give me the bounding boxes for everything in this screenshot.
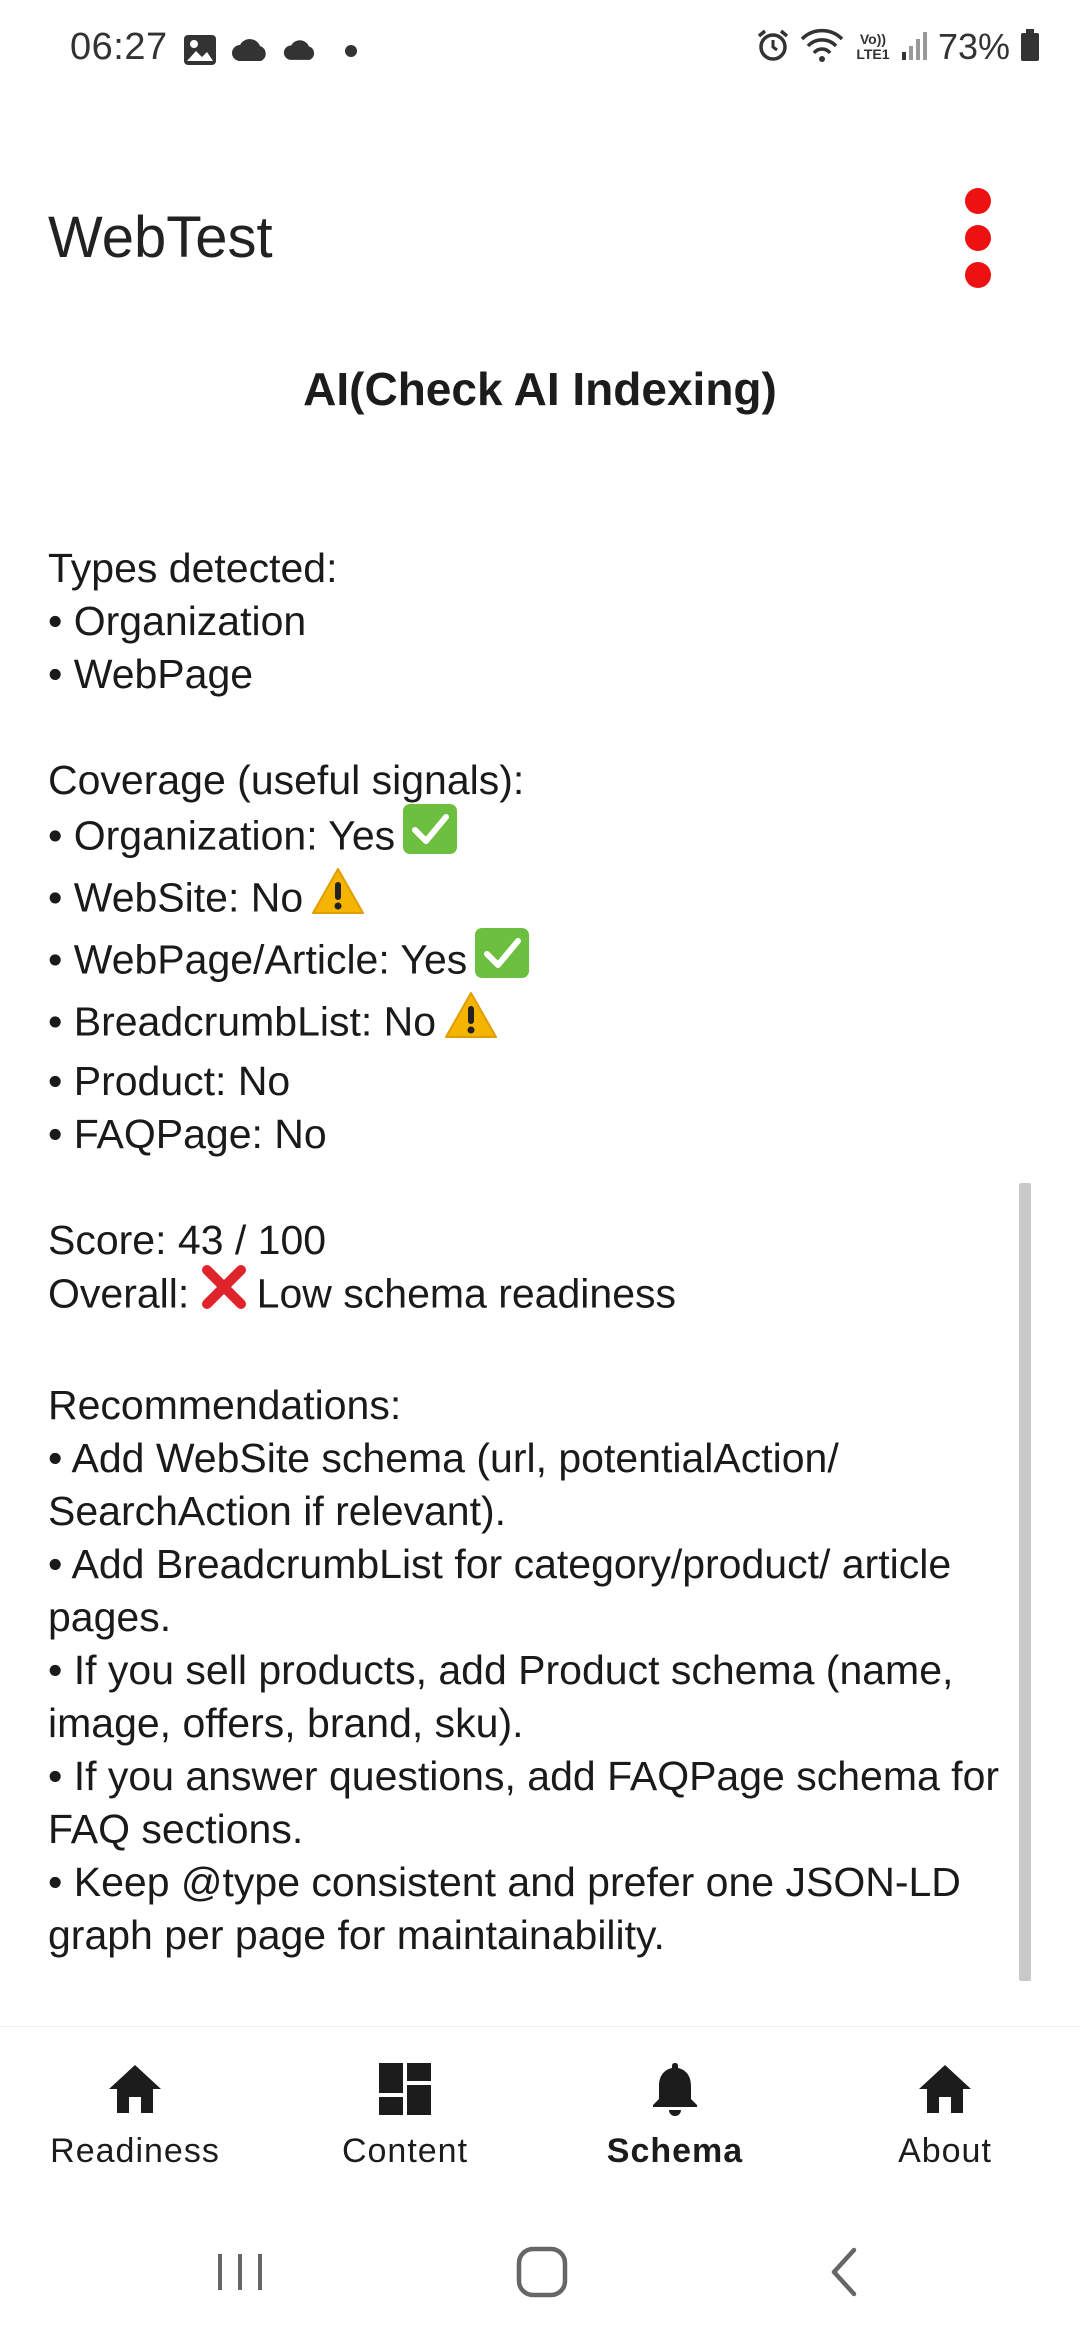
back-icon[interactable]	[806, 2232, 886, 2312]
app-title: WebTest	[48, 205, 273, 270]
check-mark-icon	[475, 928, 530, 991]
recommendation-item: • If you sell products, add Product sche…	[48, 1647, 954, 1746]
check-mark-icon	[403, 804, 458, 867]
coverage-item: • WebSite: No	[48, 867, 1038, 931]
home-circle-icon[interactable]	[502, 2232, 582, 2312]
coverage-item: • FAQPage: No	[48, 1111, 327, 1157]
cross-mark-icon	[201, 1264, 247, 1323]
home-icon	[915, 2059, 975, 2119]
nav-label: Schema	[606, 2132, 744, 2170]
dashboard-icon	[375, 2059, 435, 2119]
coverage-text: • WebPage/Article: Yes	[48, 936, 468, 983]
recommendations-header: Recommendations:	[48, 1382, 402, 1428]
page-heading: AI(Check AI Indexing)	[303, 363, 777, 415]
wifi-icon	[800, 27, 844, 68]
system-navigation-bar	[0, 2196, 1080, 2340]
coverage-item: • WebPage/Article: Yes	[48, 928, 1038, 994]
cloud-icon	[283, 38, 317, 67]
battery-percent: 73%	[937, 26, 1010, 67]
signal-icon	[901, 30, 928, 65]
nav-readiness[interactable]: Readiness	[0, 2027, 270, 2197]
warning-icon	[444, 991, 498, 1052]
notification-icons	[183, 34, 357, 71]
menu-dot-icon	[965, 188, 991, 214]
overflow-menu-button[interactable]	[948, 182, 1008, 294]
score-text: Score: 43 / 100	[48, 1217, 327, 1263]
menu-dot-icon	[965, 262, 991, 288]
menu-dot-icon	[965, 225, 991, 251]
recommendation-item: • If you answer questions, add FAQPage s…	[48, 1753, 1000, 1852]
recommendation-item: • Keep @type consistent and prefer one J…	[48, 1859, 961, 1958]
status-bar: 06:27 Vo)) LTE1 73%	[0, 0, 1080, 104]
home-icon	[105, 2059, 165, 2119]
nav-label: Readiness	[50, 2132, 220, 2170]
recents-icon[interactable]	[200, 2232, 280, 2312]
overall-value: Low schema readiness	[256, 1270, 677, 1317]
warning-icon	[311, 867, 365, 928]
coverage-text: • BreadcrumbList: No	[48, 998, 437, 1045]
status-time: 06:27	[70, 26, 168, 68]
cloud-icon	[231, 37, 269, 68]
coverage-item: • BreadcrumbList: No	[48, 991, 1038, 1055]
type-item: • Organization	[48, 598, 307, 644]
alarm-icon	[756, 28, 790, 67]
dot-icon	[345, 44, 357, 62]
coverage-text: • Organization: Yes	[48, 812, 396, 859]
scrollbar[interactable]	[1019, 1183, 1031, 1981]
overall-prefix: Overall:	[48, 1270, 190, 1317]
system-status-icons: Vo)) LTE1 73%	[756, 26, 1040, 68]
coverage-item: • Organization: Yes	[48, 804, 1038, 870]
bottom-navigation: Readiness Content Schema About	[0, 2026, 1080, 2197]
bell-icon	[645, 2059, 705, 2119]
coverage-item: • Product: No	[48, 1058, 291, 1104]
nav-label: Content	[341, 2132, 469, 2170]
coverage-header: Coverage (useful signals):	[48, 757, 525, 803]
image-icon	[183, 34, 217, 71]
type-item: • WebPage	[48, 651, 254, 697]
nav-schema[interactable]: Schema	[540, 2027, 810, 2197]
recommendation-item: • Add WebSite schema (url, potentialActi…	[48, 1435, 839, 1534]
recommendation-item: • Add BreadcrumbList for category/produc…	[48, 1541, 952, 1640]
nav-label: About	[898, 2132, 992, 2170]
nav-about[interactable]: About	[810, 2027, 1080, 2197]
volte-icon: Vo)) LTE1	[856, 31, 890, 62]
nav-content[interactable]: Content	[270, 2027, 540, 2197]
battery-icon	[1020, 28, 1040, 66]
schema-report: Types detected: • Organization • WebPage…	[48, 542, 1038, 1962]
coverage-text: • WebSite: No	[48, 874, 304, 921]
types-header: Types detected:	[48, 545, 338, 591]
overall-text: Overall: Low schema readiness	[48, 1264, 1038, 1326]
